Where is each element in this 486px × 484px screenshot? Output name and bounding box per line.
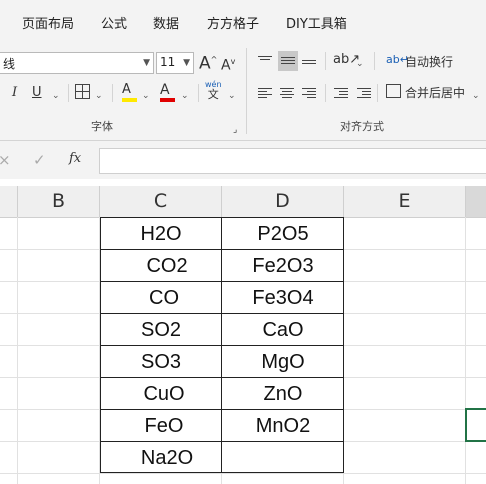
cell-c6[interactable]: CuO — [103, 378, 225, 410]
enter-icon[interactable]: ✓ — [33, 152, 46, 168]
fill-color-swatch — [122, 98, 137, 102]
formula-input[interactable] — [99, 148, 486, 174]
align-center-icon[interactable] — [280, 86, 296, 100]
font-color-icon: A — [160, 82, 170, 98]
cell-d4[interactable]: CaO — [222, 314, 344, 346]
font-color-swatch — [160, 98, 175, 102]
align-left-icon[interactable] — [258, 86, 274, 100]
cell-c2[interactable]: CO2 — [106, 250, 228, 282]
chevron-down-icon[interactable]: ⌄ — [52, 88, 60, 104]
cell-c4[interactable]: SO2 — [100, 314, 222, 346]
group-alignment-label: 对齐方式 — [340, 120, 384, 133]
cell-c5[interactable]: SO3 — [100, 346, 222, 378]
cell-d8[interactable] — [222, 442, 344, 474]
cell-c7[interactable]: FeO — [103, 410, 225, 442]
font-color-button[interactable]: A — [160, 82, 175, 102]
chevron-down-icon[interactable]: ⌄ — [228, 88, 236, 104]
merge-center-button[interactable]: 合并后居中 — [405, 85, 465, 101]
chevron-down-icon[interactable]: ⌄ — [472, 88, 480, 104]
chevron-down-icon: ▼ — [183, 58, 190, 68]
italic-button[interactable]: I — [12, 85, 17, 101]
tab-data[interactable]: 数据 — [153, 13, 179, 32]
wrap-text-button[interactable]: 自动换行 — [405, 54, 453, 70]
column-header-e[interactable]: E — [344, 186, 466, 217]
font-size-value: 11 — [160, 55, 176, 69]
cell-d2[interactable]: Fe2O3 — [222, 250, 344, 282]
column-header-c[interactable]: C — [100, 186, 222, 217]
wen-char: 文 — [207, 88, 219, 101]
cell-d7[interactable]: MnO2 — [222, 410, 344, 442]
decrease-indent-icon[interactable] — [334, 86, 350, 100]
ribbon-tab-bar: 页面布局 公式 数据 方方格子 DIY工具箱 — [0, 0, 486, 44]
dialog-launcher-icon[interactable]: ⌟ — [233, 122, 237, 138]
tab-page-layout[interactable]: 页面布局 — [22, 13, 74, 32]
cancel-icon[interactable]: × — [0, 152, 11, 168]
column-header-d[interactable]: D — [222, 186, 344, 217]
chevron-down-icon[interactable]: ⌄ — [181, 88, 189, 104]
insert-function-icon[interactable]: fx — [69, 151, 81, 167]
fill-color-button[interactable]: A — [122, 82, 137, 102]
chevron-down-icon[interactable]: ⌄ — [356, 56, 364, 72]
font-name-value: 线 — [3, 57, 16, 71]
cell-c3[interactable]: CO — [103, 282, 225, 314]
chevron-down-icon[interactable]: ⌄ — [95, 88, 103, 104]
cell-d6[interactable]: ZnO — [222, 378, 344, 410]
align-bottom-icon[interactable] — [302, 58, 318, 72]
ribbon: 线 ▼ 11 ▼ A^ Av I U ⌄ ⌄ A ⌄ A ⌄ wén 文 ⌄ 字… — [0, 44, 486, 141]
tab-diy-toolbox[interactable]: DIY工具箱 — [286, 13, 347, 32]
cell-d3[interactable]: Fe3O4 — [222, 282, 344, 314]
shrink-font-button[interactable]: Av — [221, 54, 235, 74]
group-font-label: 字体 — [91, 120, 113, 133]
cell-c1[interactable]: H2O — [100, 218, 222, 250]
paint-bucket-icon: A — [122, 82, 131, 97]
align-middle-icon[interactable] — [278, 51, 298, 71]
borders-icon[interactable] — [75, 84, 90, 99]
increase-indent-icon[interactable] — [357, 86, 373, 100]
column-header-b[interactable]: B — [18, 186, 100, 217]
column-header-row: B C D E — [0, 186, 486, 218]
cell-d1[interactable]: P2O5 — [222, 218, 344, 250]
formula-bar: × ✓ fx — [0, 141, 486, 179]
cell-c8[interactable]: Na2O — [106, 442, 228, 474]
merge-cells-icon — [386, 84, 401, 98]
font-size-select[interactable]: 11 ▼ — [156, 52, 194, 74]
underline-button[interactable]: U — [32, 85, 42, 101]
align-right-icon[interactable] — [302, 86, 318, 100]
align-top-icon[interactable] — [258, 54, 274, 68]
grow-font-button[interactable]: A^ — [199, 52, 217, 72]
font-name-select[interactable]: 线 ▼ — [0, 52, 154, 74]
phonetic-button[interactable]: wén 文 — [205, 80, 222, 101]
active-cell-selection[interactable] — [465, 408, 486, 442]
tab-fangfang[interactable]: 方方格子 — [207, 13, 259, 32]
chevron-down-icon[interactable]: ⌄ — [142, 88, 150, 104]
chevron-down-icon: ▼ — [143, 58, 150, 68]
column-header-f-selected[interactable] — [466, 186, 486, 217]
cell-d5[interactable]: MgO — [222, 346, 344, 378]
row-header-corner[interactable] — [0, 186, 18, 217]
tab-formulas[interactable]: 公式 — [101, 13, 127, 32]
